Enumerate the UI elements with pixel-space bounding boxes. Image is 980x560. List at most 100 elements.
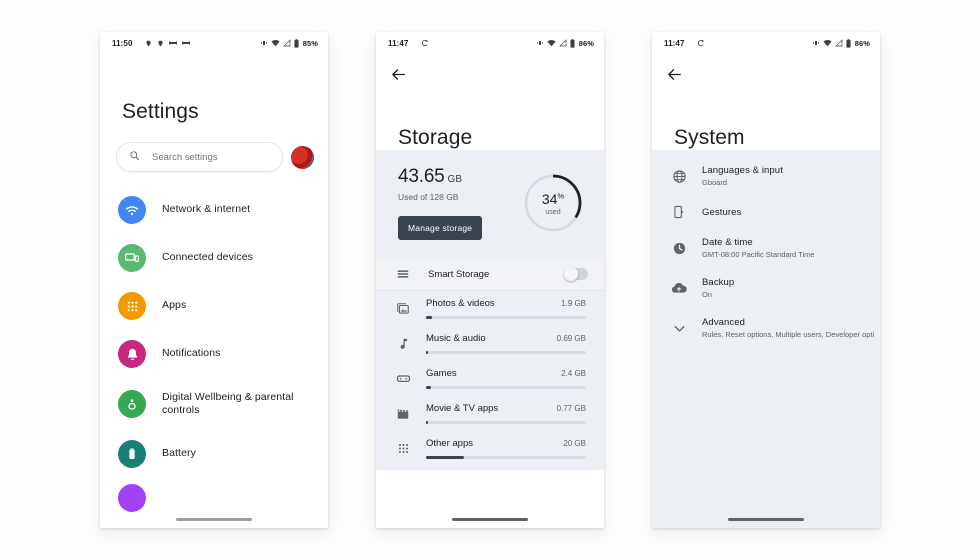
- photos-icon: [394, 302, 412, 316]
- phone-settings-screen: 11:50 85% Settings Search settings Netwo…: [100, 32, 328, 528]
- location-pin-icon: [157, 39, 164, 48]
- category-name: Games: [426, 368, 457, 379]
- status-bar: 11:50 85%: [100, 32, 328, 54]
- vibrate-icon: [812, 39, 820, 47]
- music-note-icon: [394, 337, 412, 351]
- list-item-title: Advanced: [702, 317, 746, 328]
- list-item-subtitle: GMT-08:00 Pacific Standard Time: [702, 250, 815, 259]
- wellbeing-icon: [118, 390, 146, 418]
- category-progress-bar: [426, 351, 586, 354]
- battery-icon: [118, 440, 146, 468]
- signal-icon: [558, 39, 567, 47]
- apps-grid-icon: [118, 292, 146, 320]
- storage-gauge: 34% used: [522, 172, 584, 234]
- wifi-icon: [823, 39, 832, 47]
- storage-percent-caption: used: [545, 208, 561, 216]
- list-item-advanced[interactable]: Advanced Rules, Reset options, Multiple …: [652, 308, 880, 348]
- dnd-icon: [181, 39, 190, 47]
- battery-icon: [294, 38, 299, 48]
- list-item-gestures[interactable]: Gestures: [652, 196, 880, 228]
- list-item-title: Date & time: [702, 237, 753, 248]
- sidebar-item-label: Battery: [162, 447, 196, 460]
- list-item[interactable]: Games 2.4 GB: [376, 361, 604, 396]
- category-progress-bar: [426, 316, 586, 319]
- smart-storage-label: Smart Storage: [428, 268, 490, 280]
- status-time: 11:47: [388, 38, 409, 48]
- list-item[interactable]: Other apps 20 GB: [376, 431, 604, 466]
- list-item[interactable]: Music & audio 0.69 GB: [376, 326, 604, 361]
- search-placeholder: Search settings: [152, 151, 218, 163]
- back-arrow-icon: [666, 66, 684, 84]
- clapperboard-icon: [394, 407, 412, 421]
- category-name: Other apps: [426, 438, 473, 449]
- smart-storage-row[interactable]: Smart Storage: [376, 258, 604, 291]
- status-bar: 11:47 86%: [376, 32, 604, 54]
- apps-grid-icon: [394, 442, 412, 455]
- sidebar-item-apps[interactable]: Apps: [100, 282, 328, 330]
- gesture-nav-bar[interactable]: [452, 518, 528, 521]
- list-item-date-time[interactable]: Date & time GMT-08:00 Pacific Standard T…: [652, 228, 880, 268]
- battery-icon: [570, 38, 575, 48]
- sidebar-item-label: Network & internet: [162, 203, 251, 216]
- gesture-nav-bar[interactable]: [728, 518, 804, 521]
- sync-icon: [697, 39, 705, 47]
- list-item[interactable]: Movie & TV apps 0.77 GB: [376, 396, 604, 431]
- smart-storage-toggle[interactable]: [564, 267, 588, 281]
- category-progress-bar: [426, 386, 586, 389]
- sidebar-item-battery[interactable]: Battery: [100, 430, 328, 478]
- gesture-nav-bar[interactable]: [176, 518, 252, 521]
- wifi-icon: [271, 39, 280, 47]
- clock-icon: [670, 241, 688, 256]
- sidebar-item-digital-wellbeing[interactable]: Digital Wellbeing & parental controls: [100, 378, 328, 430]
- bell-icon: [118, 340, 146, 368]
- storage-percent: 34%: [541, 190, 565, 207]
- phone-system-screen: 11:47 86% System Languages & input Gboar…: [652, 32, 880, 528]
- devices-icon: [118, 244, 146, 272]
- battery-percent: 86%: [854, 38, 870, 48]
- sidebar-item-storage-partial[interactable]: [100, 478, 328, 512]
- dnd-icon: [168, 39, 177, 47]
- list-item-title: Languages & input: [702, 165, 783, 176]
- status-time: 11:47: [664, 38, 685, 48]
- page-title: Settings: [122, 100, 199, 123]
- list-item-title: Gestures: [702, 206, 742, 218]
- phone-storage-screen: 11:47 86% Storage 43.65 GB Used of 128 G…: [376, 32, 604, 528]
- status-bar: 11:47 86%: [652, 32, 880, 54]
- list-item-backup[interactable]: Backup On: [652, 268, 880, 308]
- category-progress-bar: [426, 421, 586, 424]
- search-input[interactable]: Search settings: [116, 142, 283, 172]
- list-item-subtitle: Gboard: [702, 178, 728, 187]
- sidebar-item-notifications[interactable]: Notifications: [100, 330, 328, 378]
- gamepad-icon: [394, 371, 412, 386]
- avatar[interactable]: [291, 145, 314, 169]
- category-size: 0.77 GB: [556, 404, 586, 413]
- category-size: 1.9 GB: [561, 299, 586, 308]
- wifi-icon: [118, 196, 146, 224]
- category-name: Photos & videos: [426, 298, 495, 309]
- list-item-languages-input[interactable]: Languages & input Gboard: [652, 156, 880, 196]
- storage-category-list: Photos & videos 1.9 GB Music & audio 0.6…: [376, 291, 604, 470]
- wifi-icon: [547, 39, 556, 47]
- back-button[interactable]: [652, 54, 880, 96]
- sidebar-item-label: Connected devices: [162, 251, 254, 264]
- storage-used-unit: GB: [447, 174, 462, 185]
- globe-icon: [670, 169, 688, 184]
- list-icon: [394, 267, 412, 281]
- storage-summary-panel: 43.65 GB Used of 128 GB Manage storage 34…: [376, 150, 604, 258]
- list-item[interactable]: Photos & videos 1.9 GB: [376, 291, 604, 326]
- page-title: Storage: [398, 126, 473, 149]
- storage-used-value: 43.65: [398, 166, 445, 187]
- list-item-title: Backup: [702, 277, 735, 288]
- signal-icon: [282, 39, 291, 47]
- sidebar-item-connected-devices[interactable]: Connected devices: [100, 234, 328, 282]
- list-item-subtitle: Rules, Reset options, Multiple users, De…: [702, 330, 874, 339]
- back-button[interactable]: [376, 54, 604, 96]
- category-size: 20 GB: [563, 439, 586, 448]
- search-row: Search settings: [100, 124, 328, 172]
- sidebar-item-network[interactable]: Network & internet: [100, 186, 328, 234]
- battery-percent: 85%: [302, 38, 318, 48]
- chevron-down-icon: [670, 321, 688, 336]
- cloud-upload-icon: [670, 280, 688, 296]
- settings-list: Network & internet Connected devices App…: [100, 172, 328, 512]
- manage-storage-button[interactable]: Manage storage: [398, 216, 483, 240]
